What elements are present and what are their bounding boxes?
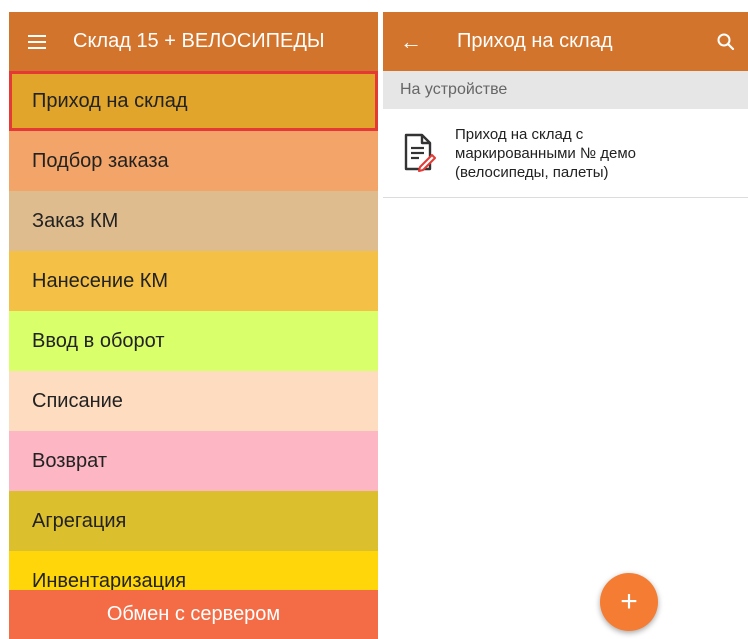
menu-item-agregaciya[interactable]: Агрегация (9, 491, 378, 551)
menu-item-label: Заказ КМ (32, 209, 119, 232)
menu-item-prihod[interactable]: Приход на склад (9, 71, 378, 131)
menu-item-label: Списание (32, 389, 123, 412)
right-app-bar: ← Приход на склад (383, 12, 748, 71)
app-title: Склад 15 + ВЕЛОСИПЕДЫ (73, 30, 325, 52)
operations-menu: Приход на склад Подбор заказа Заказ КМ Н… (9, 71, 378, 611)
menu-item-vozvrat[interactable]: Возврат (9, 431, 378, 491)
menu-item-label: Приход на склад (32, 89, 188, 112)
section-header: На устройстве (383, 71, 748, 109)
page-title: Приход на склад (457, 30, 613, 52)
menu-item-label: Ввод в оборот (32, 329, 165, 352)
menu-item-podbor[interactable]: Подбор заказа (9, 131, 378, 191)
add-document-button[interactable]: + (600, 573, 658, 631)
menu-item-label: Подбор заказа (32, 149, 169, 172)
document-list-item[interactable]: Приход на склад с маркированными № демо … (383, 109, 748, 198)
document-edit-icon (383, 133, 455, 173)
hamburger-menu-icon[interactable] (9, 12, 65, 71)
back-arrow-icon[interactable]: ← (383, 12, 439, 71)
menu-item-label: Возврат (32, 449, 107, 472)
left-app-bar: Склад 15 + ВЕЛОСИПЕДЫ (9, 12, 378, 71)
menu-item-label: Агрегация (32, 509, 127, 532)
search-icon[interactable] (704, 12, 748, 71)
document-title: Приход на склад с маркированными № демо … (455, 125, 636, 181)
menu-item-spisanie[interactable]: Списание (9, 371, 378, 431)
menu-item-vvod[interactable]: Ввод в оборот (9, 311, 378, 371)
menu-item-label: Нанесение КМ (32, 269, 169, 292)
menu-item-nanesenie-km[interactable]: Нанесение КМ (9, 251, 378, 311)
server-exchange-button[interactable]: Обмен с сервером (9, 590, 378, 639)
menu-item-zakaz-km[interactable]: Заказ КМ (9, 191, 378, 251)
right-screen: ← Приход на склад На устройстве Приход н… (383, 12, 748, 639)
left-screen: Склад 15 + ВЕЛОСИПЕДЫ Приход на склад По… (9, 12, 378, 639)
